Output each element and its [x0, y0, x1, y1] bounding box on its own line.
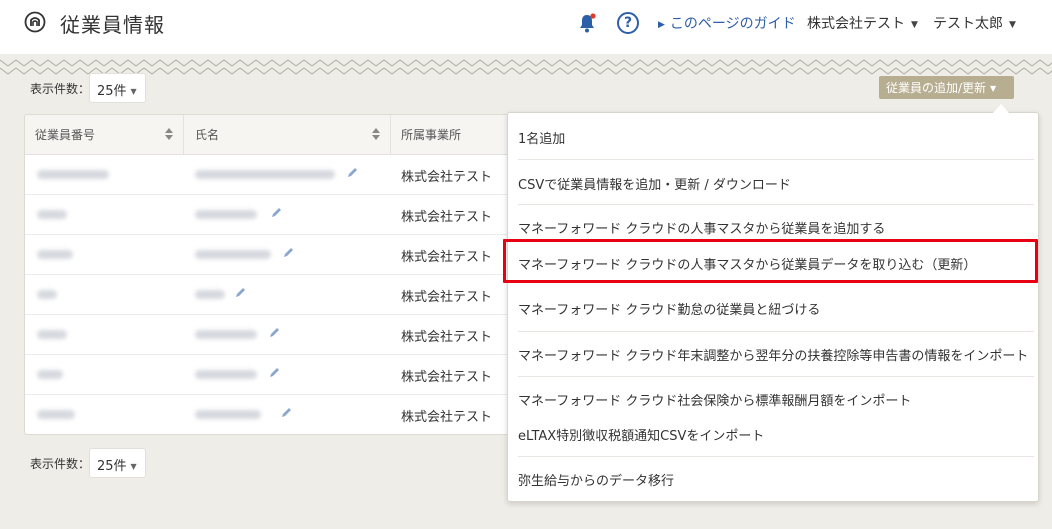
table-row[interactable]: 株式会社テスト [25, 195, 523, 235]
column-name[interactable]: 氏名 [195, 126, 219, 143]
caret-down-icon: ▼ [1009, 20, 1016, 30]
redacted-name [195, 370, 257, 379]
menu-item-year-end-import[interactable]: マネーフォワード クラウド年末調整から翌年分の扶養控除等申告書の情報をインポート [518, 345, 1028, 364]
redacted-name [195, 170, 335, 179]
table-row[interactable]: 株式会社テスト [25, 315, 523, 355]
triangle-right-icon: ▶ [658, 20, 665, 30]
highlight-box [503, 239, 1038, 283]
redacted-name [195, 330, 257, 339]
menu-item-csv-import[interactable]: CSVで従業員情報を追加・更新 / ダウンロード [518, 174, 791, 193]
redacted-name [195, 410, 261, 419]
menu-item-hr-master-add[interactable]: マネーフォワード クラウドの人事マスタから従業員を追加する [518, 218, 885, 237]
redacted-name [195, 210, 257, 219]
bell-icon[interactable] [576, 12, 598, 34]
menu-divider [518, 456, 1034, 457]
app-header: 従業員情報 ? ▶ このページのガイド 株式会社テスト ▼ テスト太郎 ▼ [0, 0, 1052, 54]
caret-down-icon: ▼ [130, 462, 137, 471]
office-cell: 株式会社テスト [401, 170, 493, 185]
redacted-name [195, 250, 271, 259]
office-cell: 株式会社テスト [401, 210, 493, 225]
office-cell: 株式会社テスト [401, 410, 493, 425]
page-title: 従業員情報 [60, 13, 165, 37]
redacted-employee-number [37, 210, 67, 219]
guide-link[interactable]: ▶ このページのガイド [658, 13, 796, 33]
add-update-employee-button[interactable]: 従業員の追加/更新 ▼ [879, 76, 1014, 99]
redacted-employee-number [37, 410, 75, 419]
help-icon[interactable]: ? [617, 12, 639, 34]
column-office[interactable]: 所属事業所 [401, 126, 461, 143]
edit-icon[interactable] [269, 327, 280, 338]
guide-link-label: このページのガイド [669, 16, 796, 32]
user-name: テスト太郎 [933, 16, 1003, 32]
menu-divider [518, 159, 1034, 160]
employee-table: 従業員番号 氏名 所属事業所 株式会社テスト 株式会社テスト 株式会社テスト 株… [24, 114, 524, 435]
menu-item-eltax-import[interactable]: eLTAX特別徴収税額通知CSVをインポート [518, 425, 764, 444]
logo-icon[interactable] [24, 11, 46, 33]
add-update-label: 従業員の追加/更新 [886, 81, 987, 95]
menu-item-social-insurance-import[interactable]: マネーフォワード クラウド社会保険から標準報酬月額をインポート [518, 390, 911, 409]
redacted-name [195, 290, 225, 299]
column-employee-number[interactable]: 従業員番号 [35, 126, 95, 143]
column-divider [390, 115, 391, 155]
table-row[interactable]: 株式会社テスト [25, 355, 523, 395]
caret-down-icon: ▼ [990, 84, 997, 93]
caret-down-icon: ▼ [911, 20, 918, 30]
edit-icon[interactable] [235, 287, 246, 298]
table-row[interactable]: 株式会社テスト [25, 235, 523, 275]
redacted-employee-number [37, 170, 109, 179]
table-row[interactable]: 株式会社テスト [25, 395, 523, 434]
per-page-select[interactable]: 25件 ▼ [89, 448, 146, 478]
table-row[interactable]: 株式会社テスト [25, 155, 523, 195]
menu-divider [518, 376, 1034, 377]
edit-icon[interactable] [281, 407, 292, 418]
redacted-employee-number [37, 250, 73, 259]
sort-icon[interactable] [165, 128, 173, 140]
company-name: 株式会社テスト [807, 16, 905, 32]
add-update-dropdown-menu: 1名追加 CSVで従業員情報を追加・更新 / ダウンロード マネーフォワード ク… [507, 112, 1039, 502]
office-cell: 株式会社テスト [401, 290, 493, 305]
per-page-value: 25件 [97, 459, 127, 474]
edit-icon[interactable] [283, 247, 294, 258]
redacted-employee-number [37, 370, 63, 379]
caret-down-icon: ▼ [130, 87, 137, 96]
per-page-label: 表示件数： [30, 82, 91, 96]
menu-item-attendance-link[interactable]: マネーフォワード クラウド勤怠の従業員と紐づける [518, 299, 820, 318]
office-cell: 株式会社テスト [401, 330, 493, 345]
menu-item-yayoi-migration[interactable]: 弥生給与からのデータ移行 [518, 470, 674, 489]
office-cell: 株式会社テスト [401, 370, 493, 385]
redacted-employee-number [37, 330, 67, 339]
sort-icon[interactable] [372, 128, 380, 140]
per-page-select[interactable]: 25件 ▼ [89, 73, 146, 103]
redacted-employee-number [37, 290, 57, 299]
menu-divider [518, 331, 1034, 332]
office-cell: 株式会社テスト [401, 250, 493, 265]
edit-icon[interactable] [347, 167, 358, 178]
company-selector[interactable]: 株式会社テスト ▼ [807, 13, 918, 33]
menu-divider [518, 204, 1034, 205]
edit-icon[interactable] [271, 207, 282, 218]
per-page-label: 表示件数： [30, 457, 91, 471]
table-row[interactable]: 株式会社テスト [25, 275, 523, 315]
column-divider [183, 115, 184, 155]
dropdown-arrow [993, 104, 1009, 113]
table-header: 従業員番号 氏名 所属事業所 [25, 115, 523, 155]
user-menu[interactable]: テスト太郎 ▼ [933, 13, 1016, 33]
edit-icon[interactable] [269, 367, 280, 378]
menu-item-add-one[interactable]: 1名追加 [518, 128, 565, 147]
per-page-value: 25件 [97, 84, 127, 99]
